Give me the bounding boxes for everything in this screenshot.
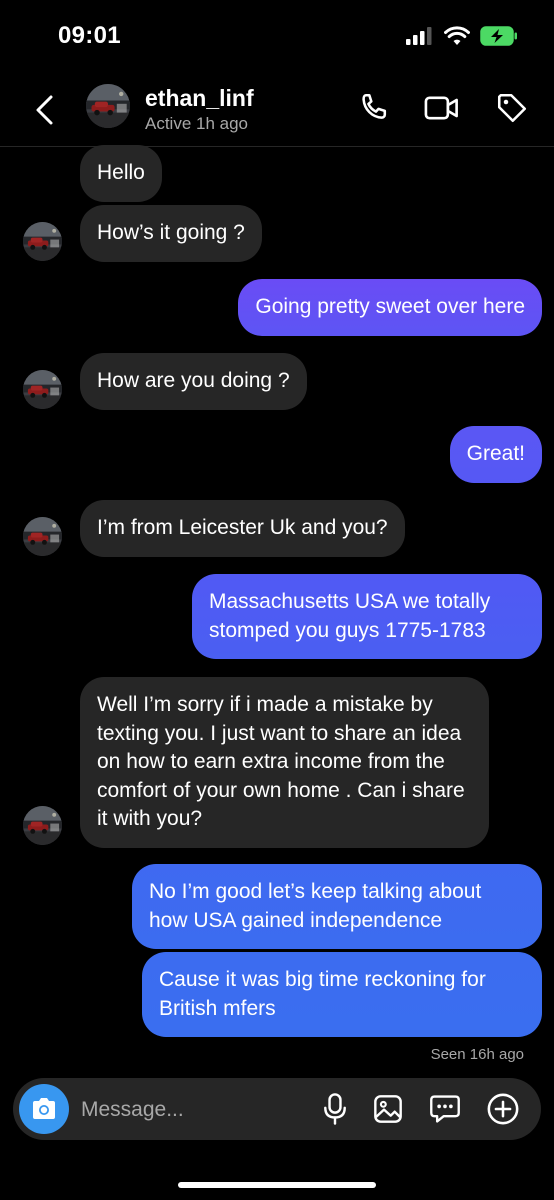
status-bar: 09:01 [0,0,554,72]
microphone-icon [324,1093,346,1125]
voice-message-button[interactable] [316,1090,354,1128]
message-bubble-outgoing[interactable]: Great! [449,426,542,483]
sticker-button[interactable] [426,1090,464,1128]
sender-avatar[interactable] [23,222,62,261]
video-call-button[interactable] [422,88,462,128]
contact-username[interactable]: ethan_linf [145,85,254,112]
video-call-icon [424,96,458,120]
wifi-icon [444,26,470,51]
sticker-icon [430,1095,460,1123]
battery-charging-icon [480,26,518,51]
chat-header: ethan_linf Active 1h ago [0,74,554,147]
status-icons [406,26,518,51]
sender-avatar[interactable] [23,370,62,409]
back-button[interactable] [28,91,62,129]
tag-icon [497,93,527,123]
chevron-left-icon [36,95,53,125]
phone-call-icon [362,93,387,119]
message-bubble-outgoing[interactable]: Going pretty sweet over here [238,279,542,336]
message-bubble-incoming[interactable]: Well I’m sorry if i made a mistake by te… [80,677,489,848]
header-avatar[interactable] [86,84,130,128]
message-bubble-outgoing[interactable]: Cause it was big time reckoning for Brit… [142,952,542,1037]
status-time: 09:01 [58,22,121,49]
message-bubble-incoming[interactable]: I’m from Leicester Uk and you? [80,500,405,557]
message-bubble-incoming[interactable]: Hello [80,145,162,202]
add-button[interactable] [484,1090,522,1128]
sender-avatar[interactable] [23,517,62,556]
message-input[interactable] [79,1090,303,1130]
seen-receipt: Seen 16h ago [430,1046,524,1063]
home-indicator[interactable] [178,1182,376,1188]
message-bubble-outgoing[interactable]: No I’m good let’s keep talking about how… [132,864,542,949]
audio-call-button[interactable] [354,88,394,128]
message-composer [13,1078,541,1140]
message-bubble-outgoing[interactable]: Massachusetts USA we totally stomped you… [192,574,542,659]
message-bubble-incoming[interactable]: How are you doing ? [80,353,307,410]
contact-active-status: Active 1h ago [145,114,249,133]
camera-button[interactable] [19,1084,69,1134]
tag-button[interactable] [492,88,532,128]
sender-avatar[interactable] [23,806,62,845]
camera-icon [33,1098,55,1119]
add-icon [487,1093,519,1125]
gallery-icon [374,1095,402,1123]
message-bubble-incoming[interactable]: How’s it going ? [80,205,262,262]
signal-icon [406,26,434,51]
gallery-button[interactable] [369,1090,407,1128]
